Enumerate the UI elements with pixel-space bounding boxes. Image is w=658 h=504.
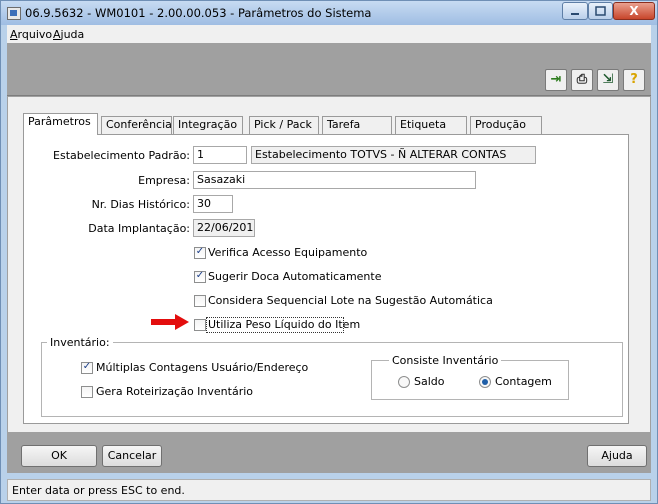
menu-arquivo-mnemonic: A: [10, 28, 18, 41]
tab-tarefa[interactable]: Tarefa: [322, 116, 392, 134]
menu-ajuda[interactable]: Ajuda: [53, 28, 84, 41]
empresa-label: Empresa:: [138, 174, 190, 187]
menu-ajuda-mnemonic: A: [53, 28, 61, 41]
tab-parametros[interactable]: Parâmetros: [23, 113, 98, 135]
ok-button[interactable]: OK: [21, 445, 97, 467]
estabelecimento-label: Estabelecimento Padrão:: [53, 149, 190, 162]
dias-historico-label: Nr. Dias Histórico:: [91, 198, 190, 211]
menu-bar: Arquivo Ajuda: [7, 25, 651, 43]
tab-conferencia[interactable]: Conferência: [101, 116, 172, 134]
sugerir-doca-label: Sugerir Doca Automaticamente: [208, 270, 382, 283]
button-bar: OK Cancelar Ajuda: [7, 433, 651, 473]
close-button[interactable]: X: [613, 2, 655, 20]
minimize-button[interactable]: [562, 2, 588, 20]
estabelecimento-description: Estabelecimento TOTVS - Ñ ALTERAR CONTAS: [251, 146, 536, 164]
consiste-inventario-title: Consiste Inventário: [389, 354, 502, 367]
checkmark-icon: ✓: [195, 270, 205, 281]
exit-icon: ⇲: [602, 72, 614, 87]
data-implantacao-label: Data Implantação:: [88, 222, 190, 235]
gera-roteirizacao-label: Gera Roteirização Inventário: [96, 385, 254, 398]
toolbar: ⇥ ⎙ ⇲ ?: [7, 43, 651, 96]
radio-selected-dot: [482, 379, 488, 385]
tab-producao[interactable]: Produção: [470, 116, 542, 134]
close-icon: X: [629, 4, 639, 18]
help-icon: ?: [630, 72, 638, 87]
help-button[interactable]: Ajuda: [587, 445, 647, 467]
checkmark-icon: ✓: [195, 246, 205, 257]
saldo-radio[interactable]: [398, 376, 410, 388]
saldo-label: Saldo: [414, 375, 445, 388]
cancel-button[interactable]: Cancelar: [102, 445, 162, 467]
application-window: 06.9.5632 - WM0101 - 2.00.00.053 - Parâm…: [0, 0, 658, 504]
empresa-input[interactable]: Sasazaki: [193, 171, 476, 189]
contagem-radio[interactable]: [479, 376, 491, 388]
help-toolbar-button[interactable]: ?: [623, 69, 645, 91]
app-icon: [7, 7, 21, 20]
export-icon: ⇥: [550, 72, 562, 87]
verifica-acesso-label: Verifica Acesso Equipamento: [208, 246, 368, 259]
print-button[interactable]: ⎙: [571, 69, 593, 91]
status-text: Enter data or press ESC to end.: [12, 484, 185, 497]
arrow-right-icon: [151, 314, 189, 330]
exit-button[interactable]: ⇲: [597, 69, 619, 91]
data-implantacao-field: 22/06/2011: [193, 219, 255, 237]
inventario-title: Inventário:: [47, 336, 113, 349]
multiplas-contagens-checkbox[interactable]: ✓: [81, 361, 93, 374]
utiliza-peso-checkbox[interactable]: [194, 319, 206, 331]
checkmark-icon: ✓: [82, 361, 92, 372]
gera-roteirizacao-checkbox[interactable]: [81, 386, 93, 398]
tab-pick-pack[interactable]: Pick / Pack: [249, 116, 319, 134]
menu-arquivo-label: rquivo: [17, 28, 53, 41]
menu-ajuda-label: juda: [60, 28, 85, 41]
estabelecimento-input[interactable]: 1: [193, 146, 247, 164]
title-bar: 06.9.5632 - WM0101 - 2.00.00.053 - Parâm…: [1, 1, 657, 25]
considera-sequencial-checkbox[interactable]: [194, 295, 206, 307]
considera-sequencial-label: Considera Sequencial Lote na Sugestão Au…: [208, 294, 493, 307]
window-title: 06.9.5632 - WM0101 - 2.00.00.053 - Parâm…: [25, 6, 372, 20]
tab-etiqueta[interactable]: Etiqueta: [395, 116, 467, 134]
verifica-acesso-checkbox[interactable]: ✓: [194, 246, 206, 259]
sugerir-doca-checkbox[interactable]: ✓: [194, 270, 206, 283]
print-icon: ⎙: [576, 72, 588, 87]
export-button[interactable]: ⇥: [545, 69, 567, 91]
multiplas-contagens-label: Múltiplas Contagens Usuário/Endereço: [96, 361, 309, 374]
menu-arquivo[interactable]: Arquivo: [10, 28, 52, 41]
minimize-icon: [571, 13, 579, 15]
maximize-icon: [595, 6, 606, 16]
tab-integracao[interactable]: Integração: [173, 116, 243, 134]
status-bar: Enter data or press ESC to end.: [7, 479, 651, 501]
maximize-button[interactable]: [588, 2, 613, 20]
dias-historico-input[interactable]: 30: [193, 195, 233, 213]
utiliza-peso-label: Utiliza Peso Líquido do Item: [208, 318, 361, 331]
contagem-label: Contagem: [495, 375, 552, 388]
